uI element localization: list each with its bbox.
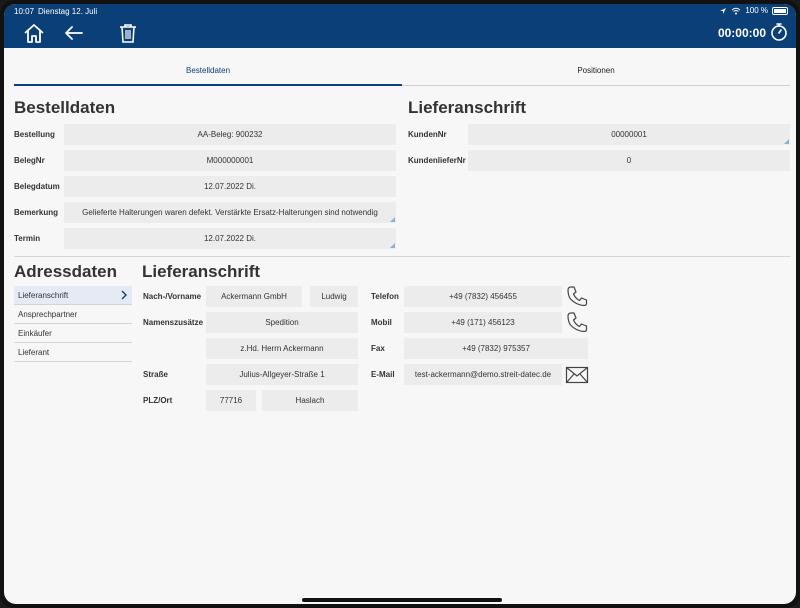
field-label: Namenszusätze [143,318,204,327]
status-time: 10:07 [14,7,35,16]
field-label: Bemerkung [14,208,59,217]
bestelldaten-heading: Bestelldaten [14,98,116,117]
field-label: Straße [143,370,168,379]
zusatz2-field: z.Hd. Herrn Ackermann [206,338,358,359]
nav-item-label: Lieferanschrift [18,291,69,300]
status-date: Dienstag 12. Juli [38,7,98,16]
device-frame: 10:07 Dienstag 12. Juli 100 % 00:00:00 B… [0,0,800,608]
nav-item-ansprechpartner[interactable]: Ansprechpartner [14,305,132,324]
bestellung-field: AA-Beleg: 900232 [64,124,396,145]
trash-icon[interactable] [116,22,140,44]
kundennr-field[interactable]: 00000001 [468,124,790,145]
field-label: Nach-/Vorname [143,292,202,301]
field-label: PLZ/Ort [143,396,173,405]
field-label: Telefon [371,292,399,301]
field-label: Belegdatum [14,182,60,191]
street-field: Julius-Allgeyer-Straße 1 [206,364,358,385]
phone-field: +49 (7832) 456455 [404,286,562,307]
field-label: Fax [371,344,385,353]
termin-field[interactable]: 12.07.2022 Di. [64,228,396,249]
belegnr-field: M000000001 [64,150,396,171]
city-field: Haslach [262,390,358,411]
zip-field: 77716 [206,390,256,411]
field-label: E-Mail [371,370,395,379]
field-label: Mobil [371,318,392,327]
battery-icon [772,6,788,15]
field-label: Termin [14,234,41,243]
address-heading: Lieferanschrift [142,262,261,281]
field-label: BelegNr [14,156,45,165]
phone-icon[interactable] [565,285,589,307]
section-divider [14,256,790,257]
home-icon[interactable] [22,22,46,44]
zusatz1-field: Spedition [206,312,358,333]
nav-item-lieferant[interactable]: Lieferant [14,343,132,362]
first-name-field: Ludwig [310,286,358,307]
field-label: KundenlieferNr [408,156,466,165]
lieferanschrift-heading: Lieferanschrift [408,98,527,117]
app-screen: 10:07 Dienstag 12. Juli 100 % 00:00:00 B… [4,4,796,604]
kundenliefernr-field: 0 [468,150,790,171]
home-indicator[interactable] [302,598,502,602]
status-indicators: 100 % [719,6,788,15]
bemerkung-field[interactable]: Gelieferte Halterungen waren defekt. Ver… [64,202,396,223]
tab-bestelldaten[interactable]: Bestelldaten [14,60,402,86]
tab-bar: Bestelldaten Positionen [14,60,790,86]
fax-field: +49 (7832) 975357 [404,338,588,359]
phone-icon[interactable] [565,311,589,333]
wifi-icon [731,7,741,14]
field-label: Bestellung [14,130,55,139]
top-bar: 10:07 Dienstag 12. Juli 100 % 00:00:00 [4,4,796,48]
arrow-left-icon[interactable] [62,22,86,44]
battery-percent: 100 % [745,6,768,15]
stopwatch-icon[interactable] [770,22,788,42]
belegdatum-field: 12.07.2022 Di. [64,176,396,197]
mobile-field: +49 (171) 456123 [404,312,562,333]
chevron-right-icon [121,290,127,300]
last-name-field: Ackermann GmbH [206,286,302,307]
nav-item-lieferanschrift[interactable]: Lieferanschrift [14,286,132,305]
tab-positionen[interactable]: Positionen [402,60,790,86]
timer-display: 00:00:00 [717,26,766,40]
email-field: test-ackermann@demo.streit-datec.de [404,364,562,385]
mail-icon[interactable] [565,364,589,386]
field-label: KundenNr [408,130,447,139]
location-icon [720,7,727,14]
nav-item-einkaeufer[interactable]: Einkäufer [14,324,132,343]
adressdaten-heading: Adressdaten [14,262,117,281]
